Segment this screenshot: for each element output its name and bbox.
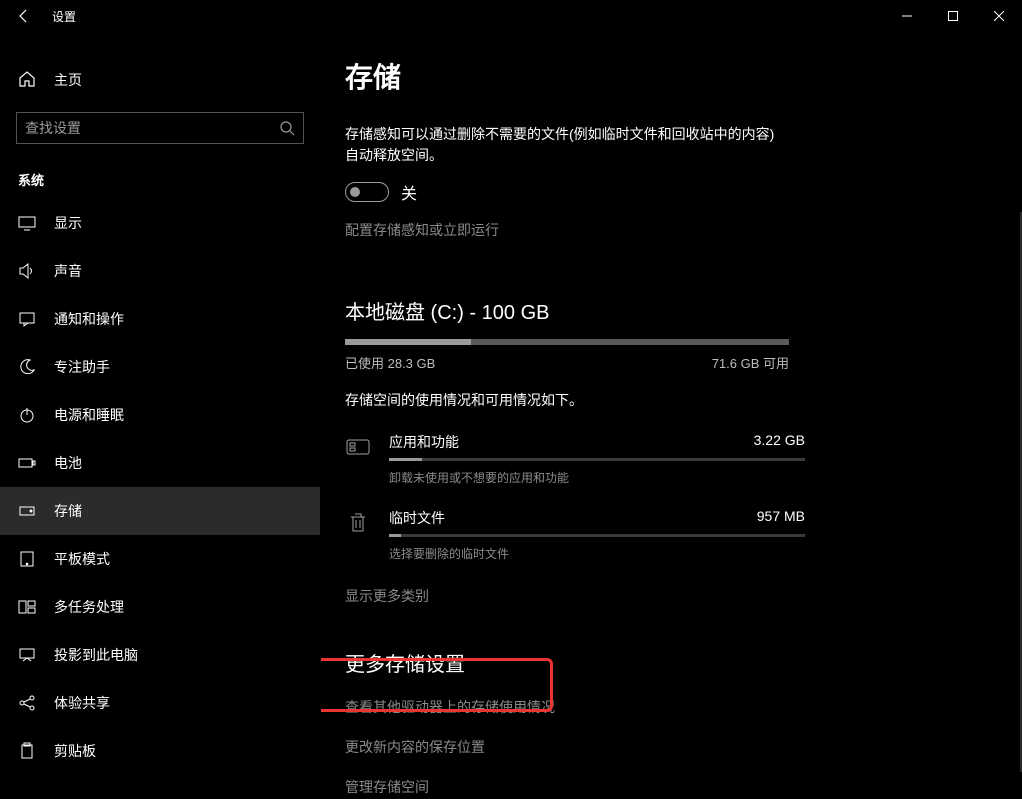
sidebar-item-label: 显示	[54, 213, 82, 233]
multitask-icon	[18, 598, 36, 616]
drive-icon	[18, 502, 36, 520]
manage-storage-spaces-link[interactable]: 管理存储空间	[345, 777, 998, 797]
maximize-button[interactable]	[930, 0, 976, 32]
share-icon	[18, 694, 36, 712]
category-name: 应用和功能	[389, 432, 459, 452]
category-size: 3.22 GB	[754, 432, 805, 452]
monitor-icon	[18, 214, 36, 232]
sidebar-item-display[interactable]: 显示	[0, 199, 320, 247]
more-storage-settings-title: 更多存储设置	[345, 648, 998, 677]
moon-icon	[18, 358, 36, 376]
page-title: 存储	[345, 56, 998, 96]
toggle-state-label: 关	[401, 180, 417, 204]
sidebar-item-tablet[interactable]: 平板模式	[0, 535, 320, 583]
battery-icon	[18, 454, 36, 472]
message-icon	[18, 310, 36, 328]
category-size: 957 MB	[757, 508, 805, 528]
sidebar-item-clipboard[interactable]: 剪贴板	[0, 727, 320, 775]
change-save-location-link[interactable]: 更改新内容的保存位置	[345, 737, 998, 757]
window-title: 设置	[52, 8, 76, 25]
category-apps[interactable]: 应用和功能 3.22 GB 卸载未使用或不想要的应用和功能	[345, 432, 805, 486]
disk-usage-bar	[345, 339, 789, 345]
sidebar-item-label: 体验共享	[54, 693, 110, 713]
sidebar-item-label: 电池	[54, 453, 82, 473]
sidebar-item-multitasking[interactable]: 多任务处理	[0, 583, 320, 631]
search-input-container[interactable]	[16, 112, 304, 144]
category-hint: 卸载未使用或不想要的应用和功能	[389, 469, 805, 486]
apps-icon	[345, 434, 371, 460]
category-temp-files[interactable]: 临时文件 957 MB 选择要删除的临时文件	[345, 508, 805, 562]
sidebar-item-label: 平板模式	[54, 549, 110, 569]
project-icon	[18, 646, 36, 664]
sidebar-item-shared-experiences[interactable]: 体验共享	[0, 679, 320, 727]
disk-note: 存储空间的使用情况和可用情况如下。	[345, 390, 998, 410]
sidebar-item-focus-assist[interactable]: 专注助手	[0, 343, 320, 391]
close-button[interactable]	[976, 0, 1022, 32]
tablet-icon	[18, 550, 36, 568]
sidebar-item-label: 剪贴板	[54, 741, 96, 761]
main-content: 存储 存储感知可以通过删除不需要的文件(例如临时文件和回收站中的内容) 自动释放…	[320, 32, 1022, 799]
trash-icon	[345, 510, 371, 536]
configure-storage-sense-link[interactable]: 配置存储感知或立即运行	[345, 220, 998, 240]
sidebar-item-power[interactable]: 电源和睡眠	[0, 391, 320, 439]
disk-used-label: 已使用 28.3 GB	[345, 353, 435, 372]
category-bar	[389, 534, 805, 537]
sidebar-item-label: 声音	[54, 261, 82, 281]
home-label: 主页	[54, 70, 82, 90]
sidebar-item-notifications[interactable]: 通知和操作	[0, 295, 320, 343]
speaker-icon	[18, 262, 36, 280]
storage-sense-toggle[interactable]	[345, 182, 389, 202]
power-icon	[18, 406, 36, 424]
search-input[interactable]	[25, 120, 279, 136]
minimize-button[interactable]	[884, 0, 930, 32]
home-link[interactable]: 主页	[0, 60, 320, 100]
sidebar-item-label: 存储	[54, 501, 82, 521]
category-name: 临时文件	[389, 508, 445, 528]
search-icon	[279, 120, 295, 136]
sidebar-item-label: 投影到此电脑	[54, 645, 138, 665]
storage-sense-description: 存储感知可以通过删除不需要的文件(例如临时文件和回收站中的内容) 自动释放空间。	[345, 124, 805, 166]
minimize-icon	[902, 11, 912, 21]
category-hint: 选择要删除的临时文件	[389, 545, 805, 562]
disk-usage-fill	[345, 339, 471, 345]
sidebar-section-label: 系统	[18, 170, 320, 189]
close-icon	[994, 11, 1004, 21]
sidebar-item-label: 电源和睡眠	[54, 405, 124, 425]
sidebar-item-label: 通知和操作	[54, 309, 124, 329]
home-icon	[18, 70, 36, 91]
sidebar-item-label: 专注助手	[54, 357, 110, 377]
disk-free-label: 71.6 GB 可用	[712, 353, 789, 372]
maximize-icon	[948, 11, 958, 21]
view-other-drives-link[interactable]: 查看其他驱动器上的存储使用情况	[345, 697, 998, 717]
sidebar-item-battery[interactable]: 电池	[0, 439, 320, 487]
sidebar-item-sound[interactable]: 声音	[0, 247, 320, 295]
show-more-categories-link[interactable]: 显示更多类别	[345, 586, 998, 606]
sidebar-item-projecting[interactable]: 投影到此电脑	[0, 631, 320, 679]
sidebar: 主页 系统 显示 声音 通知和操作	[0, 32, 320, 799]
sidebar-item-storage[interactable]: 存储	[0, 487, 320, 535]
category-bar	[389, 458, 805, 461]
disk-title: 本地磁盘 (C:) - 100 GB	[345, 296, 998, 325]
sidebar-item-label: 多任务处理	[54, 597, 124, 617]
back-button[interactable]	[0, 0, 48, 32]
arrow-left-icon	[16, 8, 32, 24]
clipboard-icon	[18, 742, 36, 760]
toggle-knob	[350, 187, 360, 197]
